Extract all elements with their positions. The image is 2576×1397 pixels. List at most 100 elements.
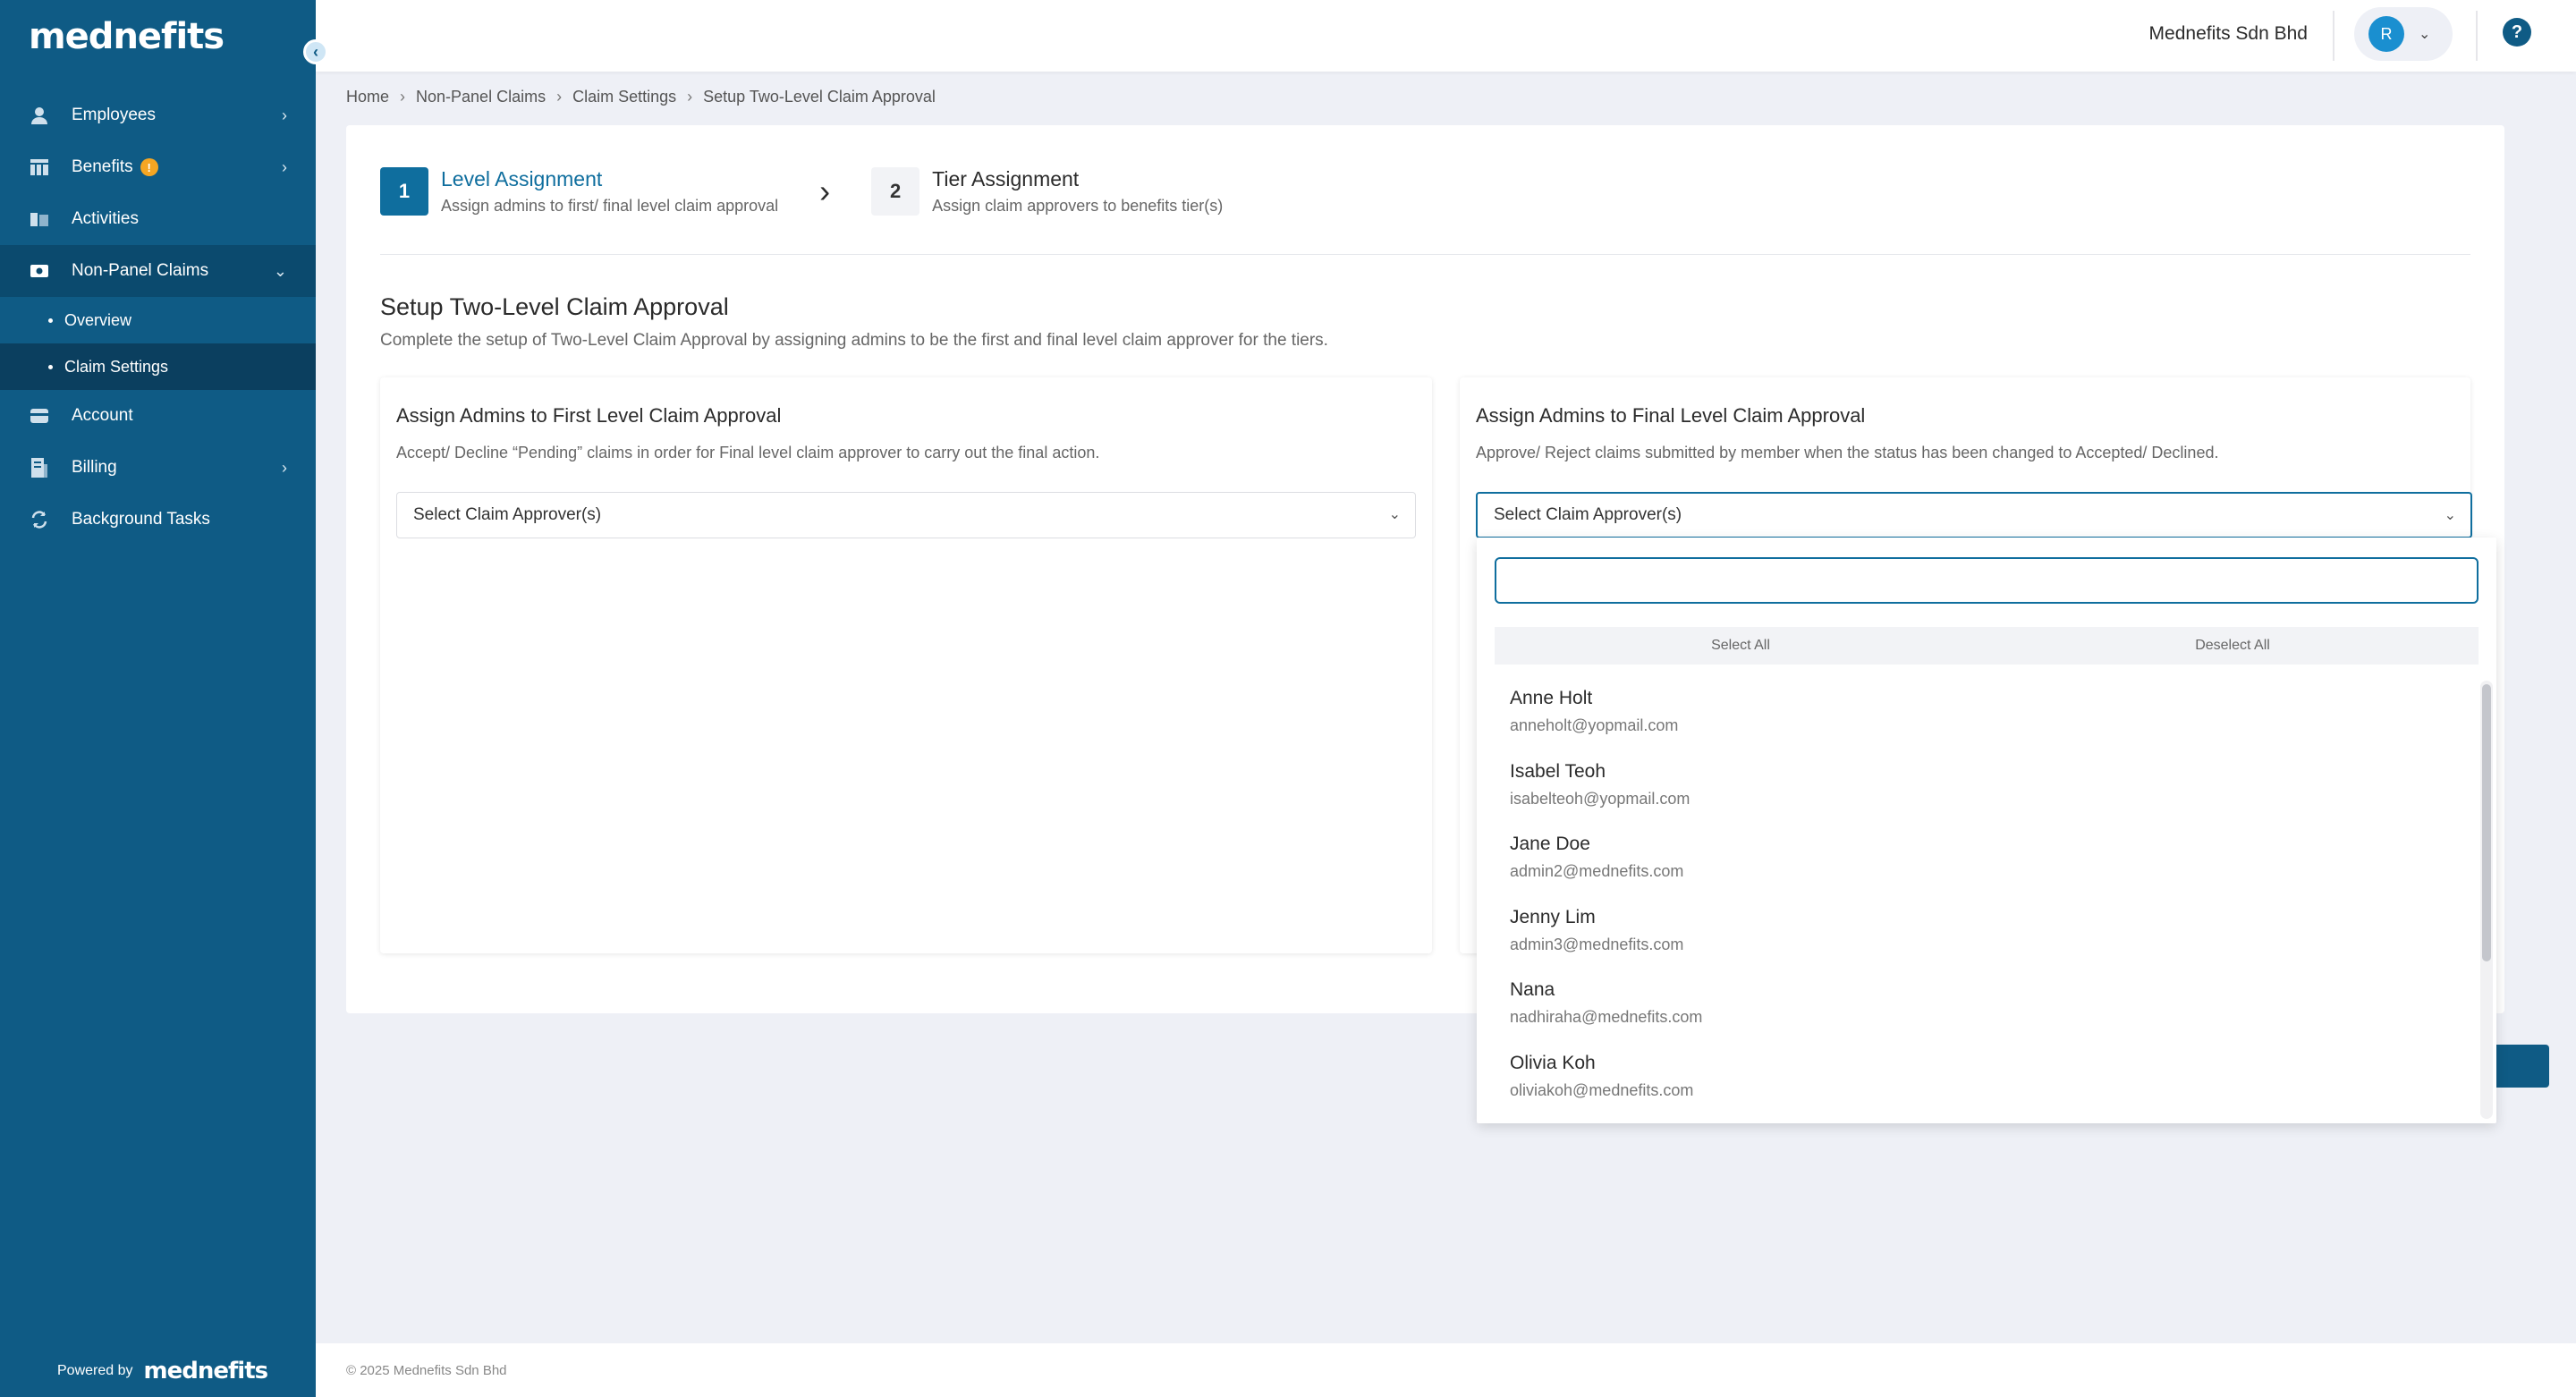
- approver-name: Olivia Koh: [1510, 1052, 1596, 1073]
- approver-option[interactable]: Nana nadhiraha@mednefits.com: [1477, 972, 2470, 1046]
- chevron-down-icon: ⌄: [1388, 507, 1401, 522]
- breadcrumb-current: Setup Two-Level Claim Approval: [703, 88, 936, 106]
- topbar-divider: [2476, 11, 2478, 61]
- book-icon: [29, 208, 50, 230]
- deselect-all-button[interactable]: Deselect All: [1987, 627, 2479, 665]
- approver-email: anneholt@yopmail.com: [1510, 716, 1679, 734]
- approver-dropdown: Select All Deselect All Anne Holt anneho…: [1477, 538, 2496, 1123]
- chevron-left-icon: ‹: [313, 42, 318, 61]
- final-level-approver-select[interactable]: Select Claim Approver(s) ⌄: [1476, 492, 2472, 538]
- approver-email: admin2@mednefits.com: [1510, 862, 1684, 880]
- sidebar-item-non-panel-claims[interactable]: Non-Panel Claims ⌄: [0, 245, 316, 297]
- sidebar-item-label: Employees: [72, 106, 156, 124]
- breadcrumb-home[interactable]: Home: [346, 88, 389, 106]
- approver-option[interactable]: Jenny Lim admin3@mednefits.com: [1477, 900, 2470, 973]
- approver-option[interactable]: Anne Holt anneholt@yopmail.com: [1477, 681, 2470, 754]
- approver-email: admin3@mednefits.com: [1510, 935, 1684, 953]
- sidebar-item-billing[interactable]: Billing ›: [0, 442, 316, 494]
- approver-option[interactable]: Jane Doe admin2@mednefits.com: [1477, 826, 2470, 900]
- step-1-subtitle: Assign admins to first/ final level clai…: [441, 197, 779, 215]
- topbar: Mednefits Sdn Bhd R ⌄ ?: [316, 0, 2576, 72]
- sidebar: mednefits ‹ Employees › Benefits ! › Act…: [0, 0, 328, 1397]
- sidebar-item-background-tasks[interactable]: Background Tasks: [0, 494, 316, 546]
- mednefits-logo[interactable]: mednefits: [29, 16, 225, 57]
- footer: © 2025 Mednefits Sdn Bhd: [316, 1343, 2576, 1397]
- card-icon: [29, 405, 50, 427]
- warning-badge: !: [140, 158, 158, 176]
- powered-by: Powered by mednefits: [57, 1358, 269, 1384]
- copyright: © 2025 Mednefits Sdn Bhd: [346, 1363, 507, 1378]
- approver-name: Isabel Teoh: [1510, 760, 1606, 782]
- sidebar-collapse-button[interactable]: ‹: [303, 39, 328, 64]
- approver-email: nadhiraha@mednefits.com: [1510, 1008, 1703, 1026]
- select-all-button[interactable]: Select All: [1495, 627, 1987, 665]
- cash-icon: [29, 260, 50, 282]
- stepper: 1 Level Assignment Assign admins to firs…: [380, 165, 1223, 218]
- sidebar-subitem-claim-settings[interactable]: Claim Settings: [0, 343, 316, 390]
- breadcrumb-separator: ›: [556, 88, 563, 106]
- sidebar-item-activities[interactable]: Activities: [0, 193, 316, 245]
- chevron-down-icon: ⌄: [273, 261, 287, 280]
- breadcrumb-claim-settings[interactable]: Claim Settings: [572, 88, 676, 106]
- table-icon: [29, 157, 50, 178]
- sidebar-item-label: Activities: [72, 209, 139, 228]
- sidebar-item-employees[interactable]: Employees ›: [0, 89, 316, 141]
- step-1-number: 1: [380, 167, 428, 216]
- approver-option[interactable]: Isabel Teoh isabelteoh@yopmail.com: [1477, 754, 2470, 827]
- step-2[interactable]: Tier Assignment Assign claim approvers t…: [932, 167, 1223, 216]
- breadcrumb: Home › Non-Panel Claims › Claim Settings…: [346, 88, 936, 106]
- sidebar-item-label: Background Tasks: [72, 510, 210, 529]
- sidebar-subitem-label: Claim Settings: [64, 357, 169, 376]
- powered-by-label: Powered by: [57, 1363, 133, 1378]
- first-level-description: Accept/ Decline “Pending” claims in orde…: [396, 444, 1100, 461]
- sidebar-item-label: Account: [72, 406, 133, 425]
- first-level-approver-select[interactable]: Select Claim Approver(s) ⌄: [396, 492, 1416, 538]
- approver-name: Anne Holt: [1510, 688, 1593, 708]
- topbar-divider: [2333, 11, 2334, 61]
- chevron-right-icon: ›: [819, 173, 831, 209]
- chevron-down-icon: ⌄: [2419, 27, 2431, 42]
- page-title: Setup Two-Level Claim Approval: [380, 293, 729, 320]
- company-name: Mednefits Sdn Bhd: [2148, 23, 2308, 44]
- powered-by-logo: mednefits: [143, 1358, 269, 1384]
- approver-email: isabelteoh@yopmail.com: [1510, 789, 1690, 808]
- chevron-down-icon: ⌄: [2444, 508, 2456, 523]
- first-level-title: Assign Admins to First Level Claim Appro…: [396, 404, 782, 427]
- approver-name: Jenny Lim: [1510, 906, 1596, 927]
- sidebar-item-label: Benefits: [72, 157, 133, 176]
- approver-option[interactable]: Olivia Koh oliviakoh@mednefits.com: [1477, 1046, 2470, 1119]
- first-level-panel: Assign Admins to First Level Claim Appro…: [380, 377, 1432, 953]
- sidebar-nav: Employees › Benefits ! › Activities Non-…: [0, 89, 316, 546]
- sidebar-item-benefits[interactable]: Benefits ! ›: [0, 141, 316, 193]
- step-2-number: 2: [871, 167, 920, 216]
- avatar: R: [2368, 16, 2404, 52]
- breadcrumb-separator: ›: [400, 88, 406, 106]
- select-placeholder: Select Claim Approver(s): [413, 505, 602, 524]
- sidebar-subitem-overview[interactable]: Overview: [0, 297, 316, 343]
- invoice-icon: [29, 457, 50, 478]
- refresh-icon: [29, 509, 50, 530]
- approver-name: Nana: [1510, 979, 1555, 1000]
- approver-email: oliviakoh@mednefits.com: [1510, 1080, 1694, 1099]
- approver-search-input[interactable]: [1495, 557, 2479, 604]
- step-2-subtitle: Assign claim approvers to benefits tier(…: [932, 197, 1224, 215]
- final-level-description: Approve/ Reject claims submitted by memb…: [1476, 444, 2219, 461]
- breadcrumb-non-panel-claims[interactable]: Non-Panel Claims: [416, 88, 546, 106]
- sidebar-item-account[interactable]: Account: [0, 390, 316, 442]
- sidebar-item-label: Billing: [72, 458, 117, 477]
- divider: [380, 254, 2470, 255]
- help-icon[interactable]: ?: [2503, 18, 2531, 47]
- scrollbar-thumb[interactable]: [2482, 684, 2491, 961]
- user-menu-button[interactable]: R ⌄: [2354, 7, 2453, 61]
- final-level-title: Assign Admins to Final Level Claim Appro…: [1476, 404, 1866, 427]
- chevron-right-icon: ›: [282, 458, 287, 477]
- person-icon: [29, 105, 50, 126]
- step-1-title: Level Assignment: [441, 167, 603, 190]
- dropdown-actions: Select All Deselect All: [1495, 627, 2479, 665]
- dropdown-scrollbar[interactable]: [2480, 681, 2493, 1119]
- breadcrumb-separator: ›: [687, 88, 693, 106]
- approver-options-list: Anne Holt anneholt@yopmail.com Isabel Te…: [1477, 681, 2470, 1119]
- sidebar-item-label: Non-Panel Claims: [72, 261, 209, 280]
- sidebar-subitem-label: Overview: [64, 310, 132, 329]
- step-1[interactable]: Level Assignment Assign admins to first/…: [441, 167, 778, 216]
